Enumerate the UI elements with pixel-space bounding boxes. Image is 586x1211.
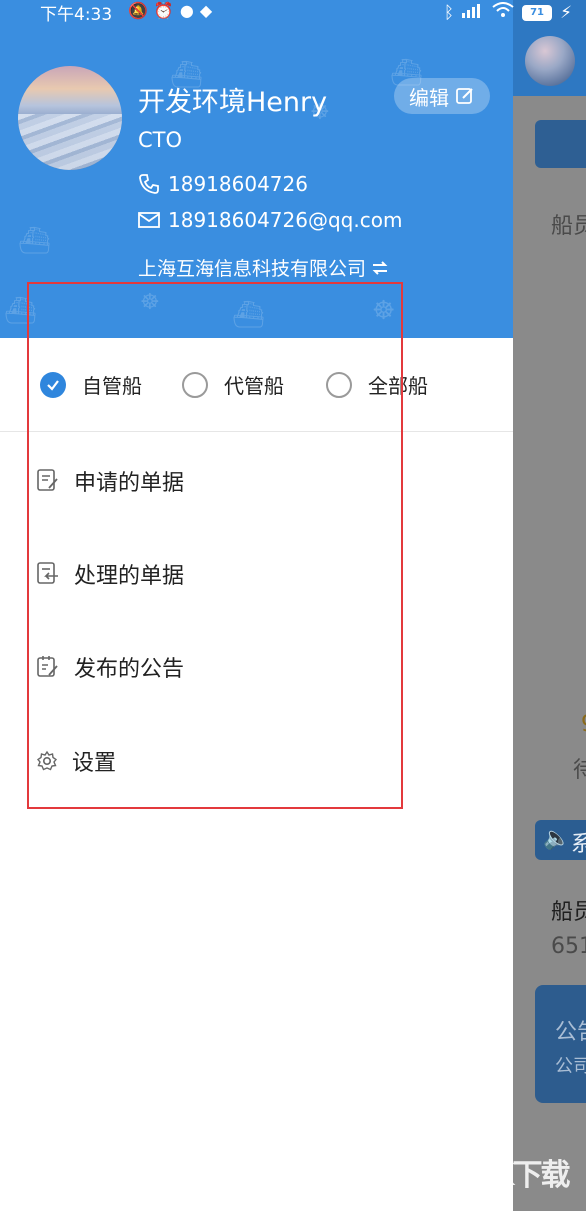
watermark-logo: KK下载 (470, 1158, 570, 1193)
background-text: 公告 (555, 1020, 586, 1045)
edit-icon (456, 88, 473, 104)
user-title: CTO (138, 128, 183, 152)
switch-icon (372, 260, 388, 275)
background-text: 公司 (555, 1056, 586, 1077)
status-time: 下午4:33 (40, 5, 113, 25)
background-text: 待 (573, 758, 586, 783)
edit-label: 编辑 (409, 85, 449, 110)
background-text: 船员 (551, 214, 586, 239)
email-address: 18918604726@qq.com (168, 208, 403, 232)
company-switcher[interactable]: 上海互海信息科技有限公司 (138, 254, 390, 281)
bluetooth-icon: ᛒ (443, 2, 455, 23)
background-text: 船员 (551, 900, 586, 925)
background-button (535, 120, 586, 168)
phone-row[interactable]: 18918604726 (138, 172, 308, 196)
notification-icons: 🔕⏰●◆ (128, 1, 218, 20)
phone-icon (139, 174, 159, 194)
system-icons: ᛒ 71 ⚡ (444, 2, 572, 23)
phone-number: 18918604726 (168, 172, 308, 196)
status-bar: 下午4:33 🔕⏰●◆ ᛒ 71 ⚡ (0, 0, 586, 25)
alarm-icon: ⏰ (153, 1, 180, 20)
avatar[interactable] (18, 66, 122, 170)
wifi-icon (492, 2, 514, 23)
battery-icon: 71 (522, 4, 553, 21)
app-icon: ◆ (199, 1, 219, 20)
signal-icon (462, 2, 484, 23)
mail-icon (138, 212, 160, 228)
background-speaker-icon: 🔈 (543, 826, 571, 851)
email-row[interactable]: 18918604726@qq.com (138, 208, 402, 232)
company-name: 上海互海信息科技有限公司 (138, 258, 367, 280)
charging-icon: ⚡ (560, 2, 572, 23)
background-text: 651 (551, 934, 586, 959)
bell-off-icon: 🔕 (128, 1, 154, 20)
ship-decoration-icon: ⛴ (18, 226, 52, 256)
highlight-annotation-box (27, 282, 403, 809)
background-text: 9 (581, 712, 586, 737)
background-avatar (525, 36, 575, 86)
background-app[interactable]: 船员 9 待 🔈 系 船员 651 公告 公司 (513, 0, 586, 1211)
user-name: 开发环境Henry (138, 87, 328, 118)
edit-profile-button[interactable]: 编辑 (394, 78, 490, 114)
chat-icon: ● (179, 1, 200, 20)
background-text: 系 (571, 832, 586, 857)
